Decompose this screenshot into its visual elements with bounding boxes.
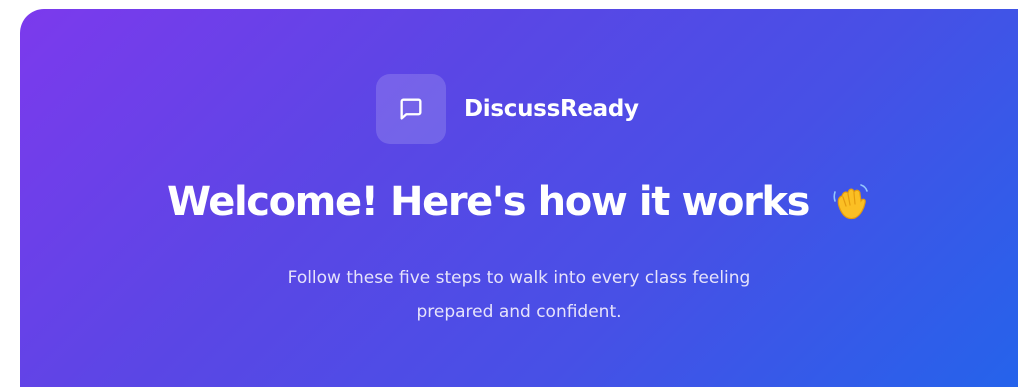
welcome-hero: DiscussReady Welcome! Here's how it work… (20, 9, 1018, 387)
waving-hand-icon (833, 184, 868, 220)
hero-title-row: Welcome! Here's how it works (20, 179, 1018, 225)
brand: DiscussReady (376, 74, 639, 144)
hero-subtitle-line-2: prepared and confident. (416, 302, 622, 322)
chat-bubble-icon (400, 98, 422, 120)
page-title: Welcome! Here's how it works (166, 179, 811, 225)
hero-subtitle: Follow these five steps to walk into eve… (20, 261, 1018, 329)
hero-subtitle-line-1: Follow these five steps to walk into eve… (287, 268, 751, 288)
brand-name: DiscussReady (464, 96, 639, 122)
brand-logo (376, 74, 446, 144)
